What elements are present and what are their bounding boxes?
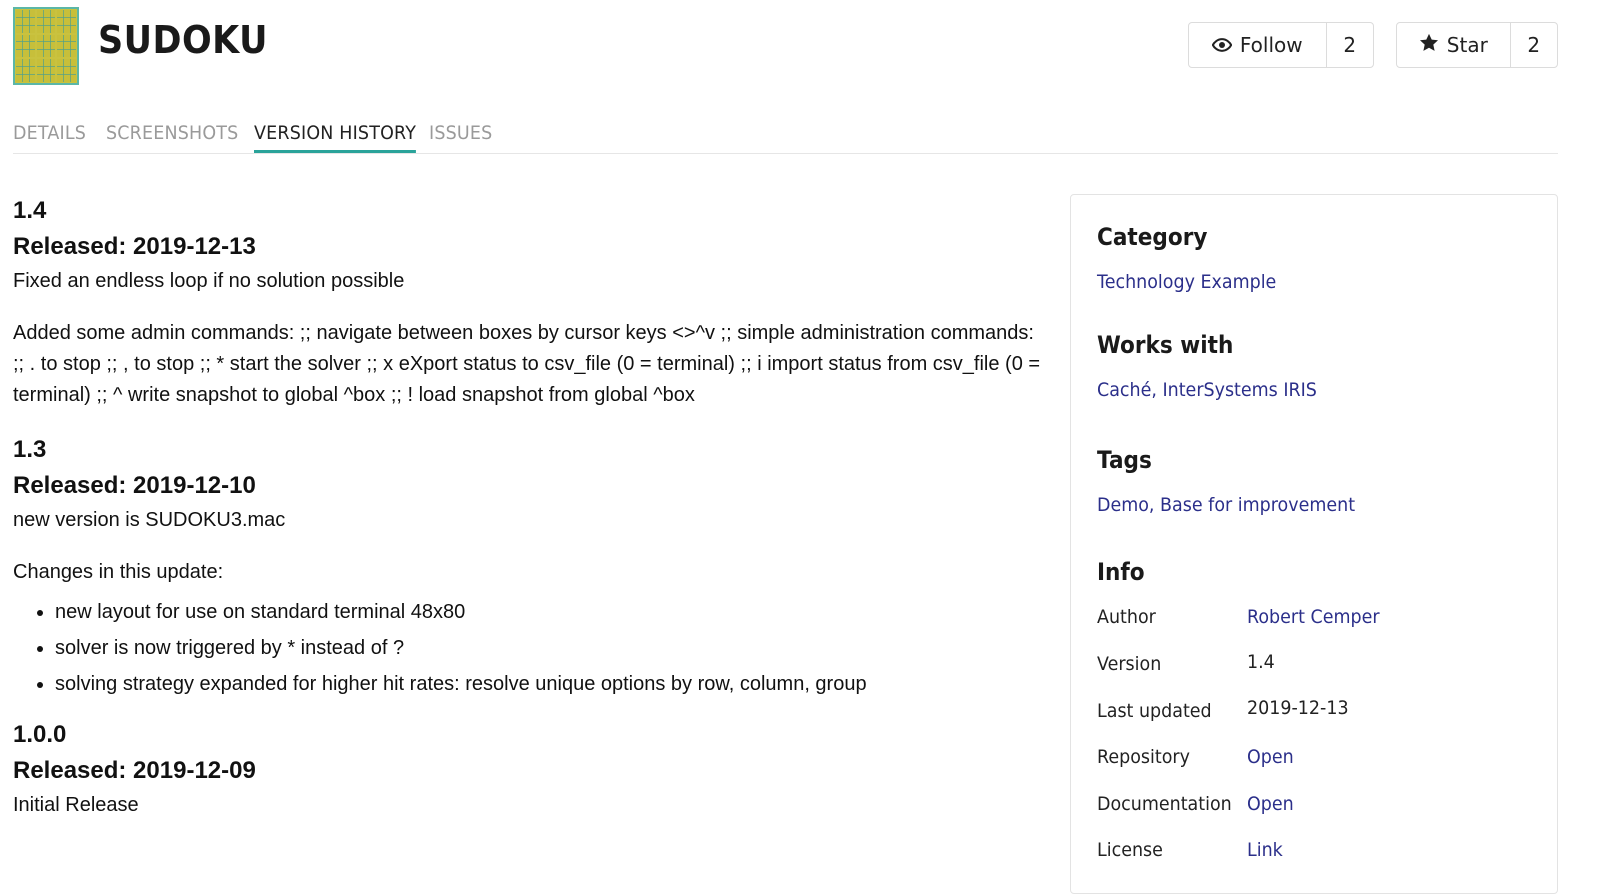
star-button[interactable]: Star — [1397, 23, 1511, 67]
documentation-link[interactable]: Open — [1247, 793, 1294, 815]
info-label-license: License — [1097, 839, 1163, 861]
version-number: 1.4 — [13, 197, 47, 224]
author-link[interactable]: Robert Cemper — [1247, 606, 1380, 628]
version-entry: 1.0.0 Released: 2019-12-09 Initial Relea… — [13, 720, 1043, 821]
category-link[interactable]: Technology Example — [1097, 271, 1276, 293]
follow-button[interactable]: Follow — [1189, 23, 1327, 67]
version-value: 1.4 — [1247, 651, 1275, 673]
last-updated-value: 2019-12-13 — [1247, 697, 1349, 719]
release-date: Released: 2019-12-13 — [13, 233, 256, 260]
version-note: Initial Release — [13, 794, 139, 816]
tags-heading: Tags — [1097, 446, 1152, 474]
version-number: 1.3 — [13, 436, 47, 463]
app-info-sidebar: Category Technology Example Works with C… — [1070, 194, 1558, 894]
tab-version-history[interactable]: VERSION HISTORY — [254, 122, 417, 153]
version-note: Fixed an endless loop if no solution pos… — [13, 270, 405, 292]
info-label-author: Author — [1097, 606, 1156, 628]
info-label-documentation: Documentation — [1097, 793, 1232, 815]
change-list: new layout for use on standard terminal … — [13, 594, 1043, 702]
star-label: Star — [1446, 33, 1488, 57]
version-number: 1.0.0 — [13, 721, 67, 748]
follow-count[interactable]: 2 — [1327, 23, 1373, 67]
works-with-heading: Works with — [1097, 331, 1234, 359]
app-logo — [13, 7, 79, 85]
app-title: SUDOKU — [98, 18, 268, 62]
tab-details[interactable]: DETAILS — [13, 122, 86, 150]
info-heading: Info — [1097, 558, 1145, 586]
category-heading: Category — [1097, 223, 1208, 251]
version-entry: 1.3 Released: 2019-12-10 new version is … — [13, 435, 1043, 702]
release-date: Released: 2019-12-10 — [13, 472, 256, 499]
license-link[interactable]: Link — [1247, 839, 1283, 861]
follow-label: Follow — [1239, 33, 1303, 57]
version-history: 1.4 Released: 2019-12-13 Fixed an endles… — [13, 196, 1043, 821]
version-note: new version is SUDOKU3.mac — [13, 509, 286, 531]
list-item: new layout for use on standard terminal … — [55, 594, 1043, 630]
list-item: solving strategy expanded for higher hit… — [55, 666, 1043, 702]
tags-link[interactable]: Demo, Base for improvement — [1097, 494, 1355, 516]
info-label-version: Version — [1097, 653, 1162, 675]
star-icon — [1419, 33, 1439, 57]
version-note: Changes in this update: — [13, 561, 224, 583]
info-label-last-updated: Last updated — [1097, 700, 1212, 722]
version-entry: 1.4 Released: 2019-12-13 Fixed an endles… — [13, 196, 1043, 411]
star-count[interactable]: 2 — [1511, 23, 1557, 67]
follow-button-group: Follow 2 — [1188, 22, 1374, 68]
works-with-link[interactable]: Caché, InterSystems IRIS — [1097, 379, 1317, 401]
star-button-group: Star 2 — [1396, 22, 1558, 68]
tab-bar: DETAILS SCREENSHOTS VERSION HISTORY ISSU… — [13, 118, 1558, 154]
eye-icon — [1211, 33, 1233, 57]
info-label-repository: Repository — [1097, 746, 1190, 768]
release-date: Released: 2019-12-09 — [13, 757, 256, 784]
tab-screenshots[interactable]: SCREENSHOTS — [106, 122, 238, 150]
repository-link[interactable]: Open — [1247, 746, 1294, 768]
list-item: solver is now triggered by * instead of … — [55, 630, 1043, 666]
tab-issues[interactable]: ISSUES — [429, 122, 492, 150]
version-note: Added some admin commands: ;; navigate b… — [13, 322, 1041, 406]
